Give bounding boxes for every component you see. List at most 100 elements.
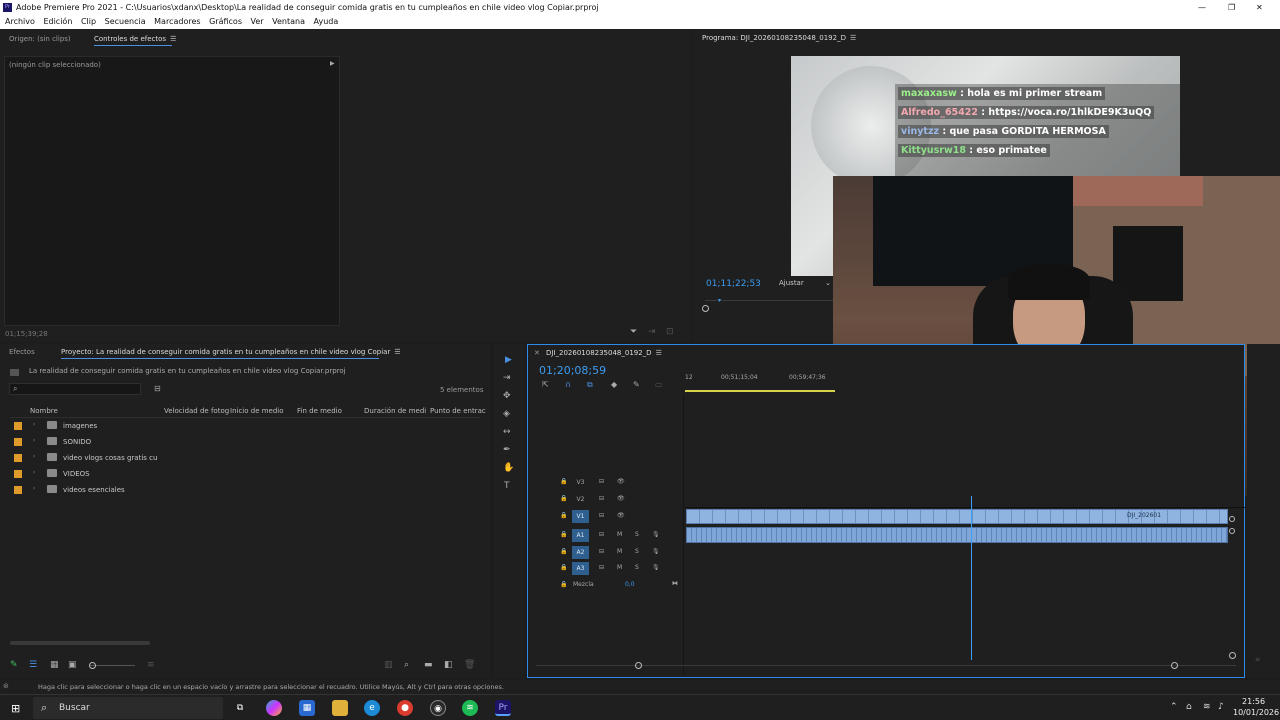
freeform-view-icon[interactable]: ▣ — [68, 661, 77, 670]
mix-jump-icon[interactable]: ⧓ — [672, 580, 678, 587]
list-item[interactable]: › imagenes — [10, 418, 480, 434]
chevron-right-icon[interactable]: › — [33, 421, 35, 428]
column-frame-rate[interactable]: Velocidad de fotog — [164, 407, 229, 415]
column-name[interactable]: Nombre — [30, 407, 58, 415]
taskbar-date[interactable]: 10/01/2026 — [1233, 708, 1279, 717]
sync-lock-icon[interactable]: ⊟ — [599, 495, 604, 502]
tab-sequence[interactable]: DJI_20260108235048_0192_D ☰ — [546, 349, 662, 357]
automate-icon[interactable]: ▥ — [384, 661, 393, 670]
program-timecode[interactable]: 01;11;22;53 — [706, 279, 761, 289]
lock-icon[interactable]: 🔒 — [560, 495, 567, 502]
file-explorer-icon[interactable] — [332, 700, 348, 716]
chrome-icon[interactable]: ● — [397, 700, 413, 716]
settings-small-icon[interactable]: ⊡ — [666, 328, 674, 337]
horizontal-scrollbar[interactable] — [10, 641, 150, 645]
mute-button[interactable]: M — [617, 548, 622, 555]
close-sequence-icon[interactable]: ✕ — [534, 349, 540, 357]
volume-icon[interactable]: ♪ — [1218, 702, 1224, 712]
playhead-icon[interactable]: ▾ — [718, 297, 721, 304]
track-select-tool-icon[interactable]: ⇥ — [503, 374, 511, 383]
wrench-icon[interactable]: ✎ — [633, 381, 640, 389]
ripple-edit-tool-icon[interactable]: ✥ — [503, 392, 511, 401]
timeline-playhead[interactable] — [971, 496, 972, 660]
panel-menu-icon[interactable]: ☰ — [850, 34, 856, 42]
captions-icon[interactable]: ▭ — [655, 381, 663, 389]
selection-tool-icon[interactable]: ▶ — [505, 356, 512, 365]
menu-ayuda[interactable]: Ayuda — [314, 15, 339, 29]
menu-clip[interactable]: Clip — [81, 15, 96, 29]
close-button[interactable]: ✕ — [1256, 0, 1263, 15]
column-media-duration[interactable]: Duración de medi — [364, 407, 426, 415]
list-item[interactable]: › VIDEOS — [10, 466, 480, 482]
icon-view-icon[interactable]: ▦ — [50, 661, 59, 670]
spotify-icon[interactable]: ≋ — [462, 700, 478, 716]
mute-button[interactable]: M — [617, 564, 622, 571]
menu-graficos[interactable]: Gráficos — [209, 15, 242, 29]
tab-program[interactable]: Programa: DJI_20260108235048_0192_D ☰ — [702, 34, 856, 42]
taskbar-time[interactable]: 21:56 — [1242, 697, 1265, 706]
sync-lock-icon[interactable]: ⊟ — [599, 478, 604, 485]
lock-icon[interactable]: 🔒 — [560, 548, 567, 555]
tab-source[interactable]: Origen: (sin clips) — [9, 35, 71, 43]
add-marker-icon[interactable]: ◆ — [611, 381, 617, 389]
pencil-icon[interactable]: ✎ — [10, 661, 18, 670]
linked-selection-icon[interactable]: ⧉ — [587, 381, 593, 389]
windows-start-icon[interactable]: ⊞ — [11, 702, 20, 715]
track-label[interactable]: A1 — [572, 529, 589, 542]
scroll-handle-icon[interactable] — [1171, 662, 1178, 669]
track-v3[interactable]: 🔒 V3 ⊟ 👁 — [530, 475, 682, 491]
chevron-right-icon[interactable]: › — [33, 485, 35, 492]
chevron-right-icon[interactable]: › — [33, 453, 35, 460]
eye-icon[interactable]: 👁 — [617, 495, 625, 502]
track-label[interactable]: V1 — [572, 510, 589, 523]
chevron-right-icon[interactable]: › — [33, 437, 35, 444]
obs-icon[interactable]: ◉ — [430, 700, 446, 716]
column-media-start[interactable]: Inicio de medio — [230, 407, 284, 415]
store-icon[interactable]: ▦ — [299, 700, 315, 716]
list-item[interactable]: › videos esenciales — [10, 482, 480, 498]
pen-tool-icon[interactable]: ✒ — [503, 446, 511, 455]
chevron-right-icon[interactable]: › — [33, 469, 35, 476]
timeline-ruler[interactable]: 12 00;51;15;04 00;59;47;36 — [685, 369, 835, 391]
track-a1[interactable]: 🔒 A1 ⊟ M S 🎙 — [530, 528, 682, 544]
eye-icon[interactable]: 👁 — [617, 478, 625, 485]
column-media-end[interactable]: Fin de medio — [297, 407, 342, 415]
scroll-handle-icon[interactable] — [635, 662, 642, 669]
network-icon[interactable]: ⌂ — [1186, 702, 1192, 712]
export-frame-icon[interactable]: ⇥ — [648, 328, 656, 337]
taskbar-search-input[interactable]: ⌕ Buscar — [33, 697, 223, 719]
microphone-icon[interactable]: 🎙 — [652, 564, 660, 571]
program-scrubber[interactable]: ▾ — [705, 297, 833, 310]
wifi-icon[interactable]: ≋ — [1203, 702, 1211, 712]
hand-tool-icon[interactable]: ✋ — [503, 464, 514, 473]
clip-end-marker[interactable] — [1229, 516, 1235, 522]
new-bin-icon[interactable]: ⊟ — [154, 385, 161, 393]
sync-lock-icon[interactable]: ⊟ — [599, 531, 604, 538]
solo-button[interactable]: S — [635, 548, 639, 555]
chevron-up-icon[interactable]: ⌃ — [1170, 702, 1178, 712]
menu-ver[interactable]: Ver — [251, 15, 264, 29]
edge-icon[interactable]: e — [364, 700, 380, 716]
panel-menu-icon[interactable]: ☰ — [170, 35, 176, 43]
track-label[interactable]: A2 — [572, 546, 589, 559]
clear-icon[interactable]: 🗑 — [464, 661, 475, 670]
sync-lock-icon[interactable]: ⊟ — [599, 548, 604, 555]
menu-secuencia[interactable]: Secuencia — [105, 15, 146, 29]
track-v2[interactable]: 🔒 V2 ⊟ 👁 — [530, 492, 682, 508]
slip-tool-icon[interactable]: ↔ — [503, 428, 511, 437]
track-v1[interactable]: 🔒 V1 ⊟ 👁 — [530, 509, 682, 525]
lock-icon[interactable]: 🔒 — [560, 512, 567, 519]
project-search-input[interactable]: ⌕ — [9, 383, 141, 395]
tab-project[interactable]: Proyecto: La realidad de conseguir comid… — [61, 348, 401, 356]
sync-lock-icon[interactable]: ⊟ — [599, 512, 604, 519]
clip-end-marker[interactable] — [1229, 528, 1235, 534]
zoom-slider[interactable] — [90, 665, 135, 666]
lock-icon[interactable]: 🔒 — [560, 478, 567, 485]
video-clip[interactable]: DJI_202601 — [686, 509, 1228, 524]
new-bin-bottom-icon[interactable]: ▬ — [424, 661, 433, 670]
zoom-slider-handle-icon[interactable] — [89, 662, 96, 669]
premiere-taskbar-icon[interactable]: Pr — [495, 700, 511, 716]
track-label[interactable]: V2 — [572, 493, 589, 506]
list-view-icon[interactable]: ☰ — [29, 661, 37, 670]
lock-icon[interactable]: 🔒 — [560, 531, 567, 538]
